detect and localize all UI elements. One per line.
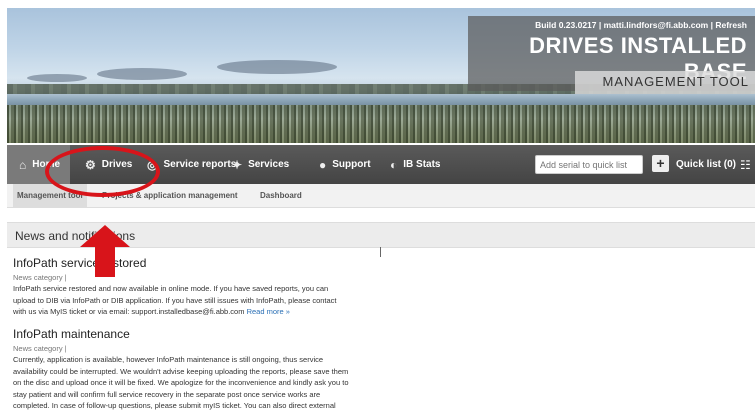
article-body: InfoPath service restored and now availa… bbox=[13, 283, 383, 318]
read-more-link[interactable]: Read more » bbox=[247, 307, 290, 316]
nav-support[interactable]: ● Support bbox=[319, 145, 371, 184]
app-subtitle: MANAGEMENT TOOL bbox=[602, 74, 749, 89]
article-body-line: upload to DIB via InfoPath or DIB applic… bbox=[13, 295, 337, 305]
article-body-line: on the disc and upload once it will be f… bbox=[13, 378, 349, 387]
annotation-arrow-icon bbox=[80, 225, 130, 277]
banner-cloud bbox=[27, 74, 87, 82]
chat-icon: ● bbox=[319, 157, 327, 172]
article-body-line: stay patient and will confirm full servi… bbox=[13, 389, 321, 399]
wrench-icon: ✦ bbox=[232, 157, 243, 172]
article-category: News category | bbox=[13, 344, 67, 353]
nav-services-label: Services bbox=[248, 159, 290, 170]
nav-support-label: Support bbox=[332, 159, 371, 170]
subnav-dashboard[interactable]: Dashboard bbox=[260, 184, 302, 208]
nav-ib-stats-label: IB Stats bbox=[403, 159, 441, 170]
quick-list-serial-input[interactable] bbox=[535, 155, 643, 174]
nav-ib-stats[interactable]: ◐ IB Stats bbox=[390, 145, 440, 184]
article-title[interactable]: InfoPath maintenance bbox=[13, 327, 383, 341]
nav-services[interactable]: ✦ Services bbox=[232, 145, 289, 184]
article-body-line: completed. In case of follow-up question… bbox=[13, 401, 336, 410]
quick-list-link[interactable]: Quick list (0) bbox=[676, 159, 736, 170]
article-category: News category | bbox=[13, 273, 67, 282]
article-body-line: availability could be interrupted. We wo… bbox=[13, 366, 349, 376]
build-info[interactable]: Build 0.23.0217 | matti.lindfors@fi.abb.… bbox=[468, 20, 747, 30]
article-body-line: InfoPath service restored and now availa… bbox=[13, 284, 329, 293]
article-body-line-text: with us via MyIS ticket or via email: su… bbox=[13, 307, 245, 316]
annotation-circle bbox=[45, 146, 160, 197]
basket-icon[interactable]: ☷ bbox=[740, 158, 751, 172]
article-body-line: with us via MyIS ticket or via email: su… bbox=[13, 306, 383, 318]
nav-service-reports[interactable]: ◎ Service reports bbox=[147, 145, 236, 184]
article-title[interactable]: InfoPath service restored bbox=[13, 256, 383, 270]
news-article: InfoPath service restored News category … bbox=[13, 256, 383, 318]
add-to-quick-list-button[interactable]: + bbox=[652, 155, 669, 172]
banner-cloud bbox=[97, 68, 187, 80]
header-banner: Build 0.23.0217 | matti.lindfors@fi.abb.… bbox=[7, 8, 755, 143]
nav-service-reports-label: Service reports bbox=[163, 159, 237, 170]
app-subtitle-box: MANAGEMENT TOOL bbox=[575, 71, 755, 94]
banner-cloud bbox=[217, 60, 337, 74]
article-body-line: Currently, application is available, how… bbox=[13, 355, 324, 364]
news-article: InfoPath maintenance News category | Cur… bbox=[13, 327, 383, 412]
banner-reeds bbox=[7, 105, 755, 143]
gauge-icon: ◐ bbox=[390, 157, 398, 172]
home-icon: ⌂ bbox=[19, 157, 27, 172]
article-body: Currently, application is available, how… bbox=[13, 354, 383, 412]
